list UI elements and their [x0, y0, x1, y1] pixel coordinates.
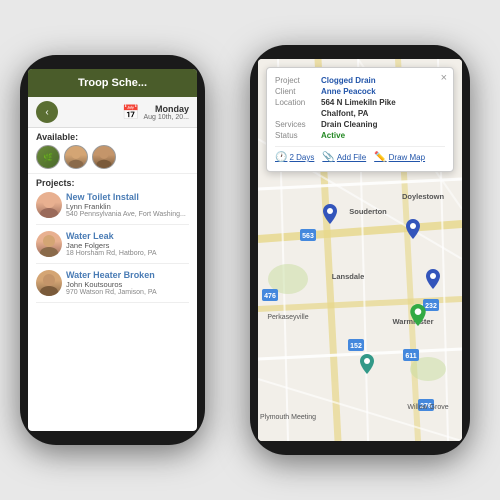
svg-text:Perkaseyville: Perkaseyville [267, 314, 308, 321]
project-info-1: New Toilet Install Lynn Franklin 540 Pen… [66, 192, 186, 218]
calendar-icon[interactable]: 📅 [122, 104, 139, 121]
available-section: Available: 🌿 [28, 128, 197, 174]
popup-actions: 🕐 2 Days 📎 Add File ✏️ Draw Map [275, 146, 445, 163]
svg-text:611: 611 [405, 353, 416, 360]
action-addfile-button[interactable]: 📎 Add File [322, 152, 366, 163]
svg-text:Lansdale: Lansdale [332, 272, 365, 281]
svg-text:Plymouth Meeting: Plymouth Meeting [260, 414, 316, 421]
project-item-1[interactable]: New Toilet Install Lynn Franklin 540 Pen… [36, 192, 189, 225]
svg-text:152: 152 [350, 343, 362, 350]
popup-location-line2: Chalfont, PA [321, 109, 368, 118]
map-pin-active[interactable] [410, 304, 426, 331]
popup-row-client: Client Anne Peacock [275, 87, 445, 96]
svg-text:476: 476 [264, 293, 276, 300]
svg-text:Willow Grove: Willow Grove [407, 404, 448, 411]
svg-text:Souderton: Souderton [349, 207, 387, 216]
project-item-2[interactable]: Water Leak Jane Folgers 18 Horsham Rd, H… [36, 231, 189, 264]
left-phone: Troop Sche... ‹ 📅 Monday Aug 10th, 20...… [20, 55, 205, 445]
popup-services-value: Drain Cleaning [321, 120, 377, 129]
map-pin-1[interactable] [323, 204, 337, 229]
left-header: Troop Sche... [28, 69, 197, 97]
left-screen: Troop Sche... ‹ 📅 Monday Aug 10th, 20...… [28, 69, 197, 431]
svg-text:232: 232 [425, 303, 437, 310]
draw-icon: ✏️ [374, 152, 386, 163]
projects-section: Projects: New Toilet Install Lynn Frankl… [28, 174, 197, 313]
map-pin-3[interactable] [426, 269, 440, 294]
popup-row-location2: Chalfont, PA [275, 109, 445, 118]
avatar-2[interactable] [64, 145, 88, 169]
map-pin-2[interactable] [406, 219, 420, 244]
avatar-3[interactable] [92, 145, 116, 169]
action-days-button[interactable]: 🕐 2 Days [275, 152, 314, 163]
attachment-icon: 📎 [322, 152, 334, 163]
map-popup: × Project Clogged Drain Client Anne Peac… [266, 67, 454, 172]
svg-text:563: 563 [302, 233, 314, 240]
project-avatar-3 [36, 270, 62, 296]
project-item-3[interactable]: Water Heater Broken John Koutsouros 970 … [36, 270, 189, 303]
right-phone: 563 476 152 611 276 232 Souderton Doyles… [250, 45, 470, 455]
map-pin-5[interactable] [360, 354, 374, 379]
svg-text:Doylestown: Doylestown [402, 192, 445, 201]
project-info-2: Water Leak Jane Folgers 18 Horsham Rd, H… [66, 231, 157, 257]
project-info-3: Water Heater Broken John Koutsouros 970 … [66, 270, 157, 296]
popup-location-line1: 564 N Limekiln Pike [321, 98, 396, 107]
available-avatars: 🌿 [36, 145, 189, 169]
popup-row-services: Services Drain Cleaning [275, 120, 445, 129]
avatar-1[interactable]: 🌿 [36, 145, 60, 169]
popup-row-location1: Location 564 N Limekiln Pike [275, 98, 445, 107]
popup-close-button[interactable]: × [441, 72, 447, 84]
project-avatar-2 [36, 231, 62, 257]
popup-row-project: Project Clogged Drain [275, 76, 445, 85]
left-nav: ‹ 📅 Monday Aug 10th, 20... [28, 97, 197, 128]
project-avatar-1 [36, 192, 62, 218]
clock-icon: 🕐 [275, 152, 287, 163]
popup-client-value: Anne Peacock [321, 87, 376, 96]
popup-row-status: Status Active [275, 131, 445, 140]
action-drawmap-button[interactable]: ✏️ Draw Map [374, 152, 425, 163]
back-button[interactable]: ‹ [36, 101, 58, 123]
left-header-title: Troop Sche... [78, 77, 147, 89]
popup-status-value: Active [321, 131, 345, 140]
right-screen: 563 476 152 611 276 232 Souderton Doyles… [258, 59, 462, 441]
nav-date: Monday Aug 10th, 20... [143, 104, 189, 121]
popup-project-value: Clogged Drain [321, 76, 376, 85]
